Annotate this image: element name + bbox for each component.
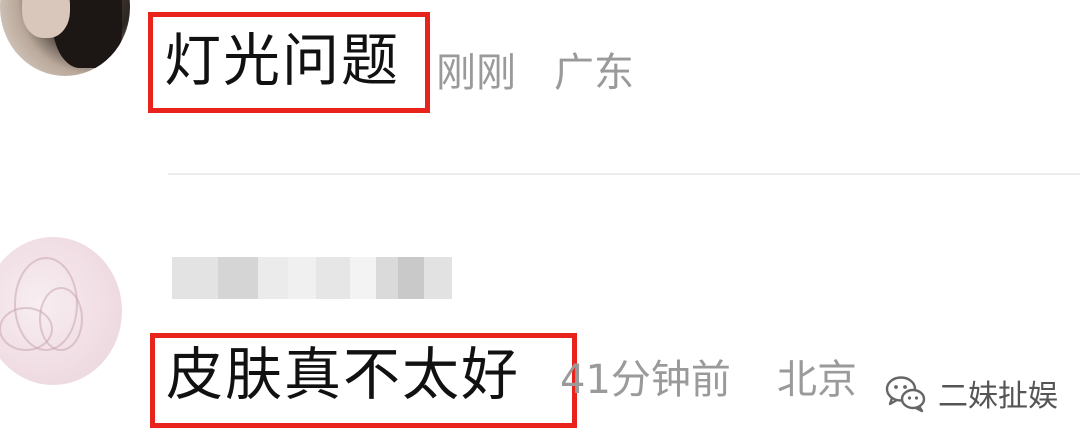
- commenter-avatar[interactable]: [0, 237, 122, 385]
- comment-divider: [168, 173, 1080, 175]
- avatar-sketch-line: [0, 307, 53, 351]
- comment-section: 灯光问题 刚刚 广东 皮肤真不太好 41分钟前 北京 二妹扯娱: [0, 0, 1080, 440]
- comment-text: 灯光问题: [164, 28, 400, 94]
- wechat-icon: [884, 371, 928, 415]
- watermark: 二妹扯娱: [884, 368, 1058, 418]
- comment-text: 皮肤真不太好: [166, 342, 520, 408]
- comment-time: 41分钟前: [560, 357, 731, 403]
- username-blurred[interactable]: [172, 257, 452, 299]
- comment-location: 北京: [777, 357, 857, 403]
- commenter-avatar[interactable]: [0, 0, 130, 76]
- comment-time: 刚刚: [436, 50, 516, 96]
- watermark-text: 二妹扯娱: [938, 379, 1058, 414]
- comment-location: 广东: [554, 50, 634, 96]
